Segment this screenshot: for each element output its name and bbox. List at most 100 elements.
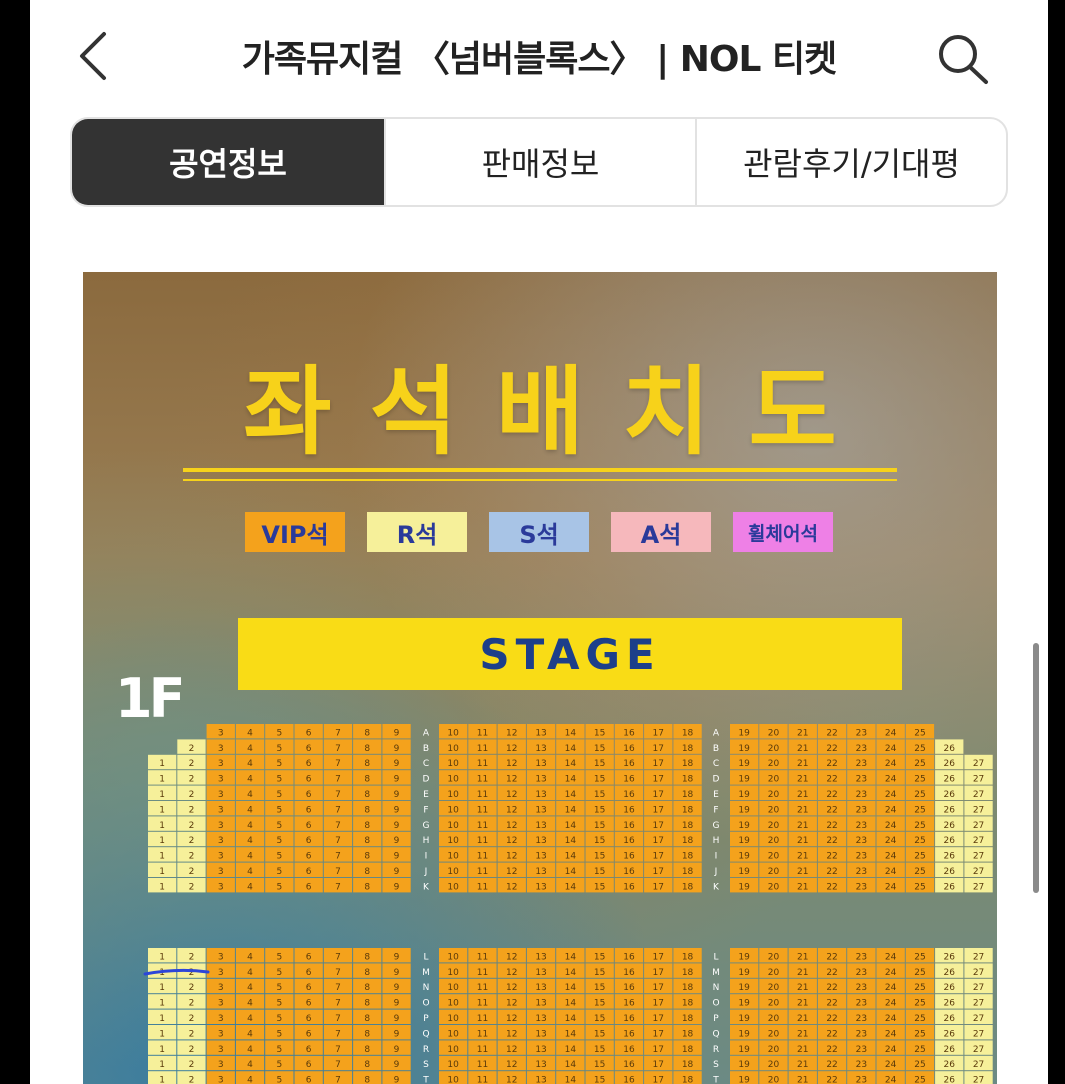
svg-text:26: 26 [944, 744, 956, 754]
svg-text:14: 14 [565, 805, 577, 815]
svg-text:4: 4 [247, 867, 253, 877]
svg-text:11: 11 [477, 1029, 488, 1039]
svg-text:1: 1 [159, 1014, 165, 1024]
seat: 17 [644, 963, 673, 978]
svg-text:23: 23 [856, 790, 867, 800]
seat: 4 [235, 801, 265, 816]
svg-text:1: 1 [159, 790, 165, 800]
seat: 20 [759, 785, 788, 800]
seat: 22 [817, 994, 847, 1009]
svg-text:9: 9 [394, 1060, 400, 1070]
svg-text:12: 12 [506, 836, 517, 846]
seat: 7 [323, 1055, 353, 1071]
svg-text:4: 4 [247, 852, 253, 862]
seat: 18 [673, 770, 702, 785]
scrollbar[interactable] [1033, 643, 1039, 893]
seat: 8 [353, 831, 382, 847]
svg-text:21: 21 [797, 775, 808, 785]
svg-text:2: 2 [189, 1014, 195, 1024]
svg-text:19: 19 [738, 1076, 750, 1084]
seat: 18 [673, 724, 702, 739]
seat: 24 [876, 878, 905, 893]
seat: 7 [323, 963, 353, 978]
svg-text:7: 7 [335, 821, 341, 831]
seat: 5 [265, 862, 294, 877]
tab-performance-info[interactable]: 공연정보 [72, 119, 386, 205]
svg-text:4: 4 [247, 1060, 253, 1070]
svg-text:18: 18 [682, 852, 694, 862]
seat: 2 [177, 948, 206, 963]
seat: 22 [817, 963, 847, 978]
svg-text:21: 21 [797, 1014, 808, 1024]
seat: 10 [439, 878, 468, 893]
seat: 22 [817, 1040, 847, 1055]
seat: 22 [817, 847, 847, 862]
svg-text:27: 27 [973, 1029, 984, 1039]
seat: 17 [644, 847, 673, 862]
seat: 7 [323, 770, 353, 785]
seat: 16 [614, 948, 644, 963]
seat: 26 [935, 770, 964, 785]
seat: 13 [526, 724, 556, 739]
svg-text:25: 25 [914, 790, 925, 800]
seat: 11 [468, 948, 497, 963]
seat: 11 [468, 878, 497, 893]
seat: 1 [148, 862, 177, 877]
svg-text:24: 24 [885, 952, 897, 962]
svg-text:16: 16 [623, 952, 635, 962]
svg-text:20: 20 [768, 999, 780, 1009]
seat: 14 [556, 785, 585, 800]
seat: 22 [817, 1071, 847, 1084]
seat: 7 [323, 1040, 353, 1055]
svg-text:7: 7 [335, 968, 341, 978]
svg-text:11: 11 [477, 1076, 488, 1084]
back-button[interactable] [66, 26, 126, 86]
seat: 15 [585, 724, 614, 739]
seat: 3 [206, 1040, 235, 1055]
svg-text:6: 6 [306, 983, 312, 993]
seat: 15 [585, 770, 614, 785]
seat: 6 [294, 1025, 323, 1040]
svg-text:4: 4 [247, 790, 253, 800]
seat: 10 [439, 994, 468, 1009]
svg-text:26: 26 [944, 999, 956, 1009]
svg-text:16: 16 [623, 821, 635, 831]
svg-text:21: 21 [797, 821, 808, 831]
svg-text:24: 24 [885, 1076, 897, 1084]
svg-text:5: 5 [276, 1029, 282, 1039]
seat: 22 [817, 1009, 847, 1024]
tab-sales-info[interactable]: 판매정보 [386, 119, 697, 205]
seat: 4 [235, 754, 265, 769]
row-letter: F [423, 805, 428, 815]
seating-chart-image: 좌석배치도 VIP석 R석 S석 A석 휠체어석 STAGE 1F 345678… [83, 272, 997, 1084]
seat: 19 [730, 1009, 759, 1024]
svg-text:26: 26 [944, 952, 956, 962]
seat: 9 [382, 1040, 411, 1055]
search-button[interactable] [932, 28, 992, 88]
seat: 3 [206, 831, 235, 847]
svg-text:12: 12 [506, 1045, 517, 1055]
seat: 27 [964, 816, 993, 831]
seat: 3 [206, 816, 235, 831]
svg-text:23: 23 [856, 952, 867, 962]
seat: 6 [294, 801, 323, 816]
seat: 1 [148, 994, 177, 1009]
seat: 8 [353, 994, 382, 1009]
seat: 7 [323, 739, 353, 754]
svg-text:4: 4 [247, 759, 253, 769]
seat: 14 [556, 724, 585, 739]
svg-text:27: 27 [973, 867, 984, 877]
svg-text:26: 26 [944, 968, 956, 978]
seat: 20 [759, 739, 788, 754]
svg-text:9: 9 [394, 999, 400, 1009]
seat: 17 [644, 754, 673, 769]
svg-text:25: 25 [914, 1014, 925, 1024]
seat: 24 [876, 724, 905, 739]
svg-text:8: 8 [364, 775, 370, 785]
seat: 26 [935, 862, 964, 877]
seat: 26 [935, 978, 964, 994]
svg-text:2: 2 [189, 983, 195, 993]
seat: 19 [730, 994, 759, 1009]
tab-reviews[interactable]: 관람후기/기대평 [697, 119, 1006, 205]
seat: 21 [788, 948, 817, 963]
